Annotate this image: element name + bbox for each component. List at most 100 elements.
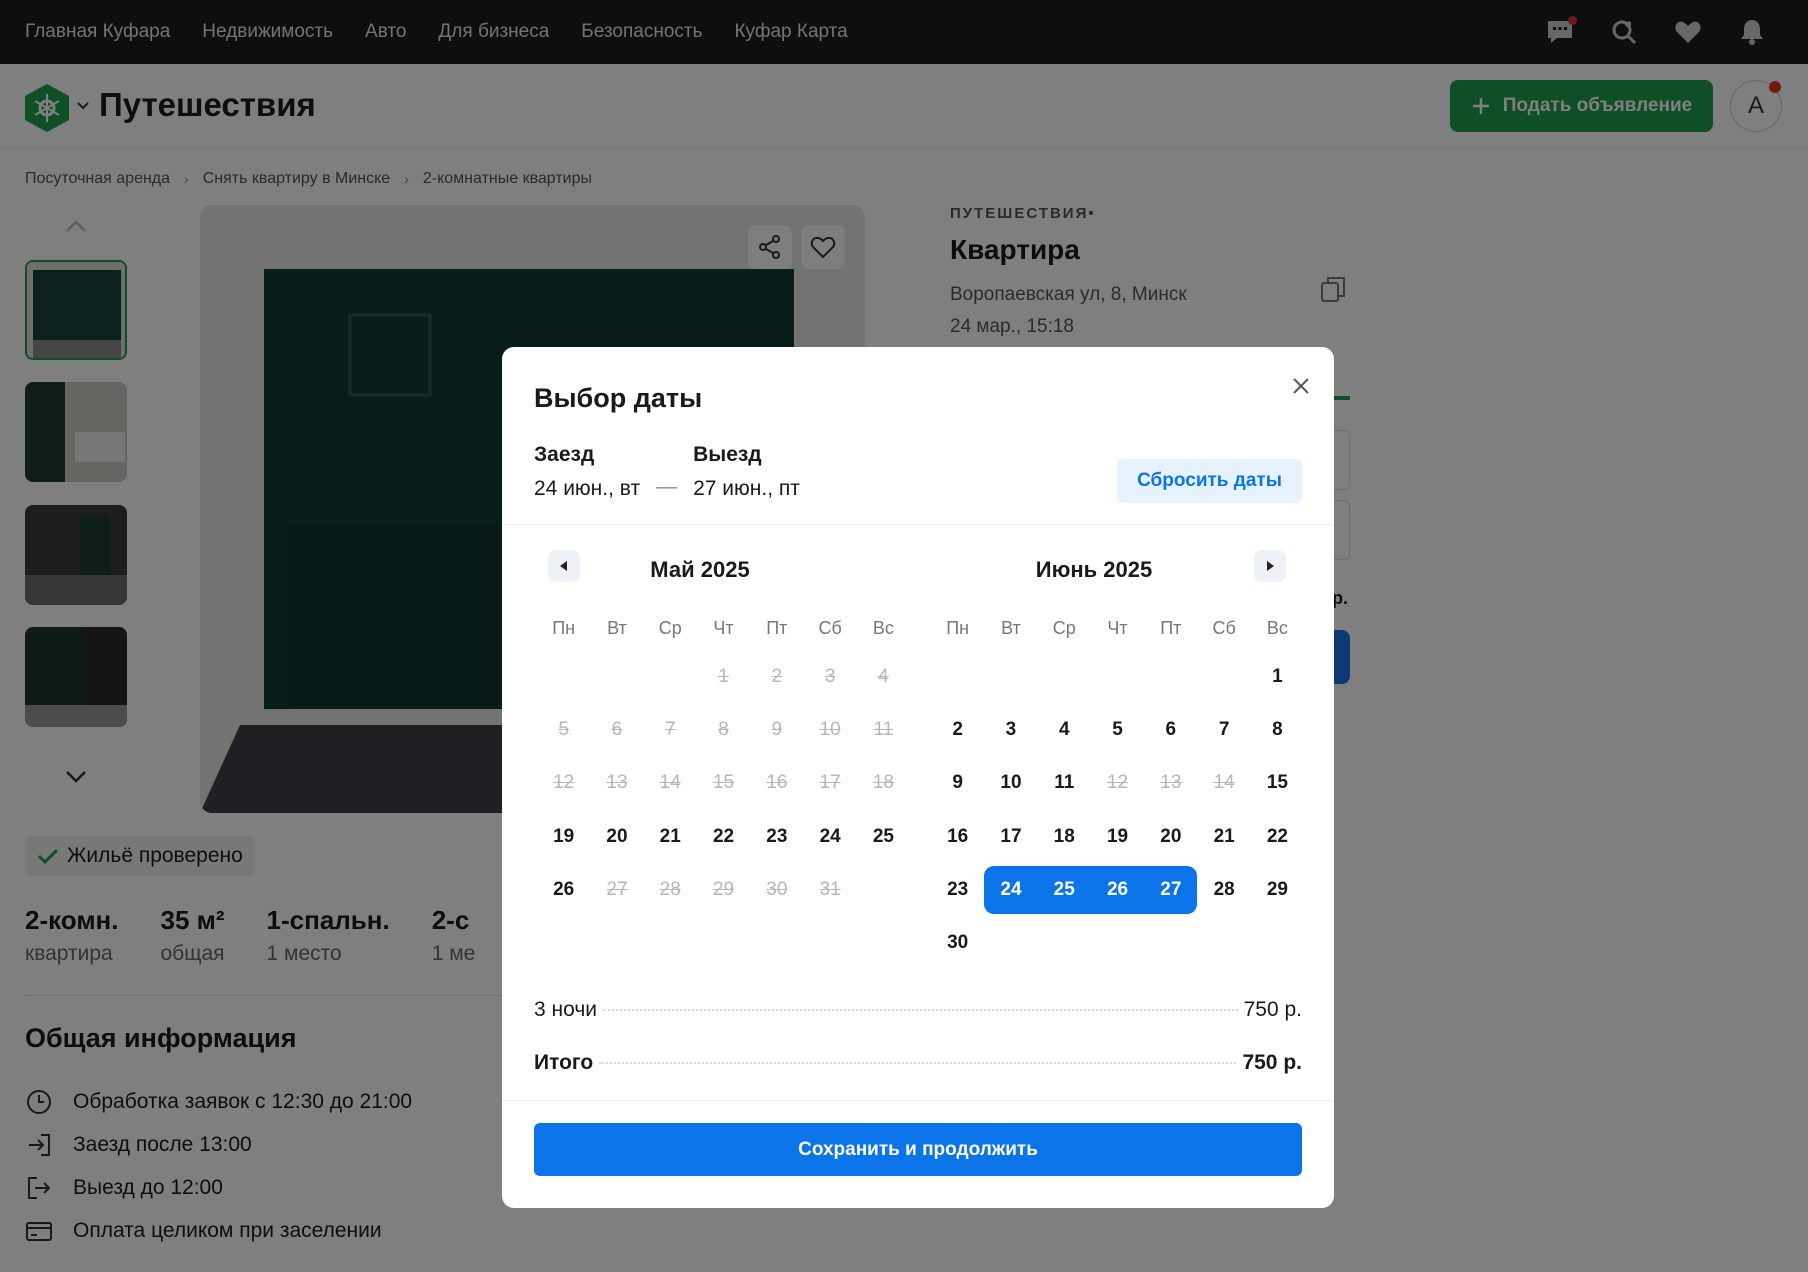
calendar-empty-cell — [931, 653, 984, 701]
calendar-may: Пн Вт Ср Чт Пт Сб Вс 1 2 3 4 5 6 7 8 9 10 11 12 13 14 15 16 17 1… — [537, 606, 909, 916]
total-price: 750 р. — [1242, 1051, 1302, 1074]
checkin-value: 24 июн., вт — [534, 477, 641, 500]
calendar-empty-cell — [644, 653, 697, 701]
weekday-header: Пн Вт Ср Чт Пт Сб Вс — [931, 606, 1303, 650]
calendar-day[interactable]: 8 — [1251, 706, 1304, 754]
calendar-day[interactable]: 2 — [931, 706, 984, 754]
calendar-day-selected[interactable]: 26 — [1090, 865, 1145, 914]
calendar-day[interactable]: 19 — [537, 813, 590, 861]
calendar-day[interactable]: 4 — [1038, 706, 1091, 754]
calendar-day[interactable]: 15 — [1251, 759, 1304, 807]
calendar-day[interactable]: 9 — [931, 759, 984, 807]
calendar-day[interactable]: 1 — [1251, 653, 1304, 701]
calendar-day-disabled: 27 — [606, 878, 628, 900]
calendar-day[interactable]: 21 — [644, 813, 697, 861]
dotted-leader — [603, 1009, 1238, 1011]
calendar-week: 16 17 18 19 20 21 22 — [931, 810, 1303, 863]
nights-price: 750 р. — [1243, 998, 1302, 1021]
calendar-day-disabled: 12 — [1106, 772, 1129, 794]
calendar-day[interactable]: 6 — [1144, 706, 1197, 754]
calendar-day-selected[interactable]: 27 — [1144, 865, 1198, 914]
calendar-empty-cell — [537, 653, 590, 701]
total-row: Итого 750 р. — [534, 1051, 1302, 1075]
save-continue-button[interactable]: Сохранить и продолжить — [534, 1123, 1302, 1176]
calendar-empty-cell — [1038, 919, 1091, 967]
calendar-day[interactable]: 3 — [984, 706, 1037, 754]
calendar-week: 5 6 7 8 9 10 11 — [537, 703, 909, 756]
calendar-empty-cell — [1091, 919, 1144, 967]
calendar-day-selected[interactable]: 24 — [984, 865, 1038, 914]
checkout-block[interactable]: Выезд 27 июн., пт — [693, 443, 800, 501]
checkout-label: Выезд — [693, 443, 762, 466]
calendar-day-disabled: 15 — [712, 772, 735, 794]
calendar-empty-cell — [984, 919, 1037, 967]
calendar-day-disabled: 4 — [878, 665, 889, 687]
calendar-day[interactable]: 29 — [1251, 866, 1304, 914]
calendar-day[interactable]: 28 — [1197, 866, 1250, 914]
calendar-empty-cell — [1038, 653, 1091, 701]
calendar-day-disabled: 30 — [766, 878, 788, 900]
calendar-empty-cell — [857, 866, 910, 914]
weekday-label: Сб — [1212, 617, 1236, 638]
checkin-block[interactable]: Заезд 24 июн., вт — [534, 443, 640, 501]
calendar-week: 2345678 — [931, 703, 1303, 756]
calendar-day[interactable]: 22 — [1251, 813, 1304, 861]
divider — [502, 524, 1334, 525]
weekday-label: Сб — [818, 617, 842, 638]
calendar-day-disabled: 2 — [771, 665, 783, 687]
weekday-label: Ср — [658, 617, 682, 638]
calendar-june: Пн Вт Ср Чт Пт Сб Вс 1 2 3 4 5 6 7 8 9 10 11 12 13 14 15 16 17 1… — [931, 606, 1303, 970]
calendar-day[interactable]: 22 — [697, 813, 750, 861]
weekday-label: Вс — [1266, 617, 1288, 638]
calendar-empty-cell — [1144, 919, 1197, 967]
calendar-empty-cell — [1197, 919, 1250, 967]
checkin-label: Заезд — [534, 443, 595, 466]
checkout-value: 27 июн., пт — [693, 477, 800, 500]
calendar-empty-cell — [984, 653, 1037, 701]
calendar-empty-cell — [1144, 653, 1197, 701]
calendar-week: 26 27 28 29 30 31 — [537, 863, 909, 916]
calendar-day-disabled: 5 — [558, 718, 569, 740]
close-icon[interactable] — [1286, 371, 1316, 401]
calendar-day[interactable]: 30 — [931, 919, 984, 967]
dotted-leader — [599, 1062, 1237, 1064]
calendar-day-disabled: 31 — [819, 878, 841, 900]
calendar-day-disabled: 8 — [718, 718, 729, 740]
calendar-day[interactable]: 16 — [931, 813, 984, 861]
weekday-label: Ср — [1052, 617, 1076, 638]
calendar-week: 19 20 21 22 23 24 25 — [537, 810, 909, 863]
calendar-day-disabled: 3 — [824, 665, 836, 687]
calendar-day-disabled: 17 — [819, 772, 841, 794]
calendar-day[interactable]: 19 — [1091, 813, 1144, 861]
calendar-day[interactable]: 23 — [750, 813, 803, 861]
date-picker-modal: Выбор даты Заезд 24 июн., вт — Выезд 27 … — [502, 347, 1334, 1208]
calendar-day[interactable]: 21 — [1197, 813, 1250, 861]
calendar-day[interactable]: 17 — [984, 813, 1037, 861]
calendar-day[interactable]: 18 — [1038, 813, 1091, 861]
calendar-day[interactable]: 26 — [537, 866, 590, 914]
calendar-week: 12 13 14 15 16 17 18 — [537, 757, 909, 810]
calendar-day[interactable]: 20 — [1144, 813, 1197, 861]
calendar-day[interactable]: 11 — [1038, 759, 1091, 807]
calendar-day-disabled: 14 — [1213, 772, 1235, 794]
calendar-day[interactable]: 5 — [1091, 706, 1144, 754]
weekday-header: Пн Вт Ср Чт Пт Сб Вс — [537, 606, 909, 650]
reset-dates-button[interactable]: Сбросить даты — [1117, 459, 1302, 503]
calendar-day[interactable]: 10 — [984, 759, 1037, 807]
divider — [502, 1100, 1334, 1101]
calendar-day[interactable]: 7 — [1197, 706, 1250, 754]
calendar-day-disabled: 13 — [606, 772, 628, 794]
weekday-label: Вт — [1001, 617, 1021, 638]
calendar-empty-cell — [590, 653, 643, 701]
calendar-day[interactable]: 24 — [803, 813, 856, 861]
weekday-label: Пт — [766, 617, 788, 638]
calendar-day-disabled: 16 — [766, 772, 788, 794]
calendar-day-disabled: 13 — [1160, 772, 1182, 794]
calendar-day[interactable]: 25 — [857, 813, 910, 861]
calendar-day-disabled: 28 — [659, 878, 681, 900]
calendar-day[interactable]: 20 — [590, 813, 643, 861]
calendar-day[interactable]: 23 — [931, 866, 984, 914]
nights-row: 3 ночи 750 р. — [534, 998, 1302, 1022]
calendar-day-selected[interactable]: 25 — [1037, 865, 1091, 914]
calendar-week: 23 24 25 26 27 28 29 — [931, 863, 1303, 916]
